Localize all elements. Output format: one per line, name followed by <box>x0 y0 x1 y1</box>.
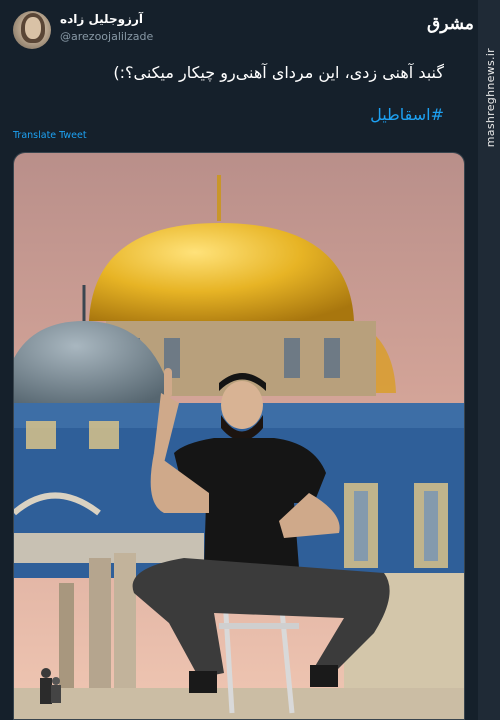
tweet-photo[interactable] <box>13 152 465 720</box>
photo-illustration <box>14 153 464 719</box>
column-right <box>114 553 136 698</box>
brand-logo: مشرق <box>427 14 474 42</box>
user-handle[interactable]: @arezoojalilzade <box>60 30 153 43</box>
plaza-floor <box>14 688 464 719</box>
tweet-text: گنبد آهنی زدی، این مردای آهنی‌رو چیکار م… <box>113 63 444 82</box>
hashtag-link[interactable]: #اسقاطیل <box>370 105 444 124</box>
brand-logo-text: مشرق <box>427 14 474 34</box>
watermark-text: mashreghnews.ir <box>484 48 497 148</box>
avatar[interactable] <box>13 11 51 49</box>
watermark-strip: mashreghnews.ir <box>478 0 500 720</box>
avatar-face-shape <box>25 17 41 39</box>
column-left <box>89 558 111 698</box>
translate-tweet-link[interactable]: Translate Tweet <box>13 130 87 141</box>
tweet-card: آرزوجلیل زاده @arezoojalilzade مشرق گنبد… <box>0 0 478 720</box>
user-display-name[interactable]: آرزوجلیل زاده <box>60 12 143 26</box>
